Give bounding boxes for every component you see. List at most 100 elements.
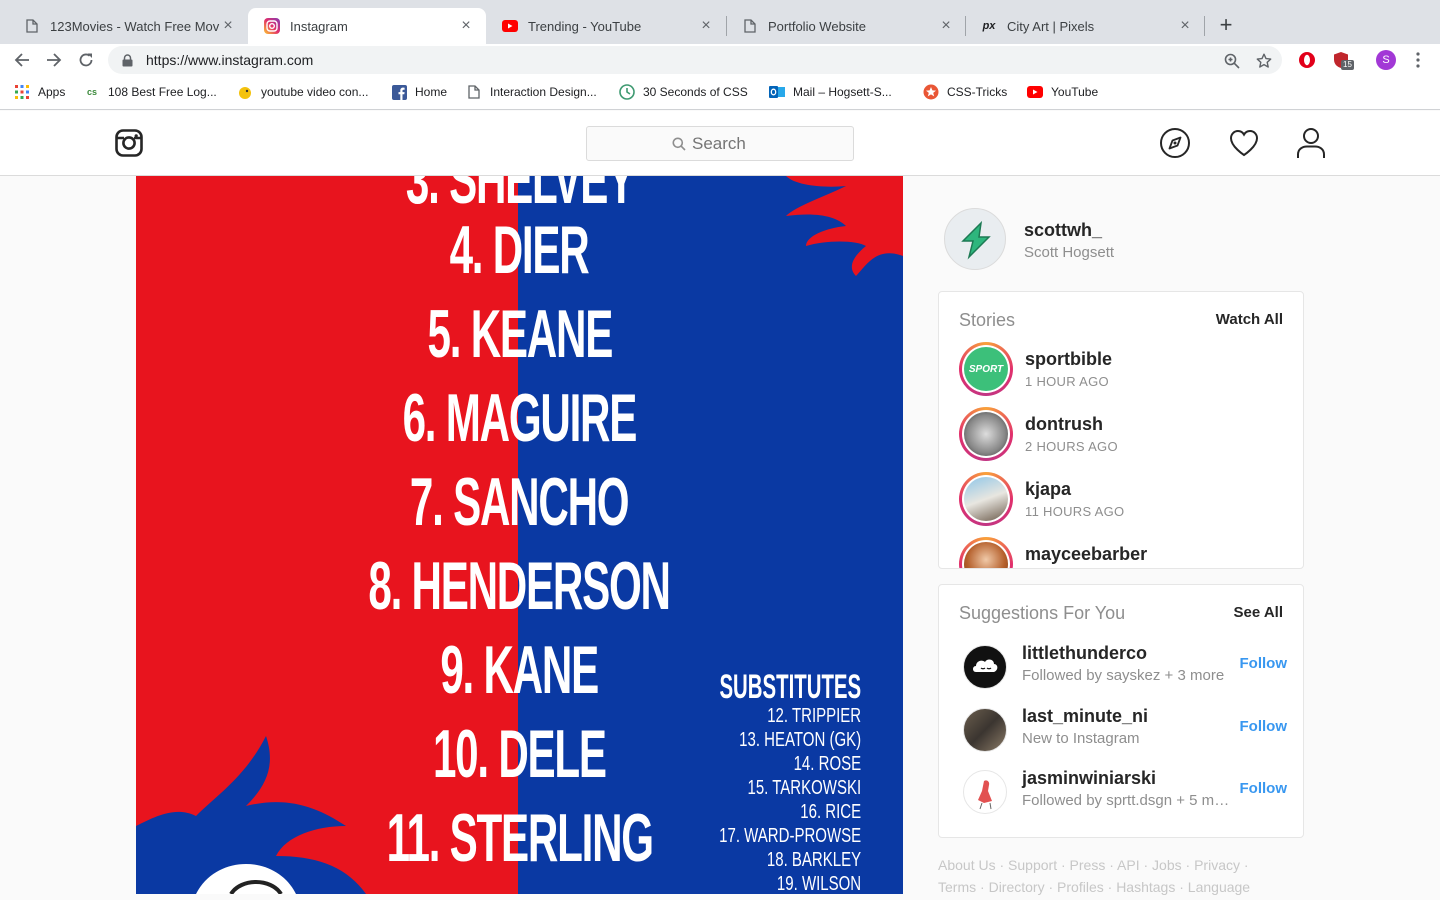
see-all-button[interactable]: See All xyxy=(1234,604,1283,621)
suggestion-item: last_minute_ni New to Instagram Follow xyxy=(963,706,1287,754)
lock-icon xyxy=(122,53,134,67)
star-icon[interactable] xyxy=(1256,53,1272,69)
apps-grid-icon xyxy=(14,84,30,100)
forward-button[interactable] xyxy=(42,48,66,72)
bookmark-logos[interactable]: cs 108 Best Free Log... xyxy=(84,84,217,100)
compass-icon[interactable] xyxy=(1159,127,1191,159)
lineup-player: 8. HENDERSON xyxy=(368,548,672,624)
tab-portfolio[interactable]: Portfolio Website × xyxy=(726,8,966,44)
bookmark-youtube-video[interactable]: youtube video con... xyxy=(237,84,368,100)
back-button[interactable] xyxy=(10,48,34,72)
zoom-icon[interactable] xyxy=(1224,53,1240,69)
bookmark-home[interactable]: Home xyxy=(391,84,447,100)
footer-link[interactable]: Privacy xyxy=(1194,857,1240,873)
arrow-right-icon xyxy=(47,53,62,67)
close-icon[interactable]: × xyxy=(1177,17,1193,35)
follow-button[interactable]: Follow xyxy=(1240,718,1288,735)
bookmark-mail[interactable]: Mail – Hogsett-S... xyxy=(769,84,892,100)
pixels-icon: px xyxy=(982,20,996,32)
avatar[interactable] xyxy=(963,645,1007,689)
footer-link[interactable]: About Us xyxy=(938,857,996,873)
close-icon[interactable]: × xyxy=(938,17,954,35)
story-item[interactable]: kjapa 11 HOURS AGO xyxy=(959,472,1289,528)
substitute-item: 13. HEATON (GK) xyxy=(739,729,861,751)
story-ring xyxy=(959,472,1013,526)
bookmark-label: 30 Seconds of CSS xyxy=(643,85,748,99)
footer-link[interactable]: Support xyxy=(1008,857,1057,873)
username[interactable]: scottwh_ xyxy=(1024,220,1102,241)
profile-initial: S xyxy=(1382,54,1390,66)
bookmark-label: Mail – Hogsett-S... xyxy=(793,85,892,99)
lineup-player: 7. SANCHO xyxy=(410,464,630,540)
tab-pixels[interactable]: px City Art | Pixels × xyxy=(965,8,1205,44)
tab-title: City Art | Pixels xyxy=(1007,18,1095,34)
story-username: kjapa xyxy=(1025,479,1072,499)
footer-link[interactable]: Hashtags xyxy=(1116,879,1175,895)
footer-link[interactable]: Profiles xyxy=(1057,879,1104,895)
footer-link[interactable]: Directory xyxy=(989,879,1045,895)
story-time: 1 HOUR AGO xyxy=(1025,374,1109,389)
opera-extension-icon[interactable] xyxy=(1297,50,1317,70)
shield-extension-icon[interactable]: 15 xyxy=(1331,50,1354,70)
profile-icon[interactable] xyxy=(1295,127,1327,159)
reload-button[interactable] xyxy=(74,48,98,72)
arrow-left-icon xyxy=(14,53,29,67)
page-icon xyxy=(24,18,40,34)
footer-links: Terms · Directory · Profiles · Hashtags … xyxy=(938,879,1251,895)
footer-link[interactable]: Jobs xyxy=(1152,857,1182,873)
story-item[interactable]: mayceebarber xyxy=(959,537,1289,568)
footer-link[interactable]: Language xyxy=(1188,879,1250,895)
avatar[interactable] xyxy=(963,770,1007,814)
close-icon[interactable]: × xyxy=(220,17,236,35)
bookmark-30-seconds-css[interactable]: 30 Seconds of CSS xyxy=(619,84,748,100)
address-bar[interactable]: https://www.instagram.com xyxy=(108,46,1282,74)
tab-title: Instagram xyxy=(290,18,348,34)
heart-icon[interactable] xyxy=(1228,127,1260,159)
url-text: https://www.instagram.com xyxy=(146,52,314,68)
story-item[interactable]: SPORT sportbible 1 HOUR AGO xyxy=(959,342,1289,398)
suggestion-item: littlethunderco Followed by sayskez + 3 … xyxy=(963,643,1287,691)
substitute-item: 19. WILSON xyxy=(776,873,861,894)
story-ring xyxy=(959,537,1013,568)
suggestion-username[interactable]: jasminwiniarski xyxy=(1022,768,1156,789)
bookmark-label: 108 Best Free Log... xyxy=(108,85,217,99)
watch-all-button[interactable]: Watch All xyxy=(1216,311,1283,328)
story-item[interactable]: dontrush 2 HOURS AGO xyxy=(959,407,1289,463)
follow-button[interactable]: Follow xyxy=(1240,655,1288,672)
close-icon[interactable]: × xyxy=(458,17,474,35)
post-image[interactable]: 3. SHELVEY 4. DIER 5. KEANE 6. MAGUIRE 7… xyxy=(136,176,903,894)
instagram-logo-icon[interactable] xyxy=(115,129,143,157)
suggestion-username[interactable]: last_minute_ni xyxy=(1022,706,1148,727)
footer-link[interactable]: Press xyxy=(1070,857,1106,873)
bookmark-interaction-design[interactable]: Interaction Design... xyxy=(466,84,597,100)
bird-icon xyxy=(237,84,253,100)
follow-button[interactable]: Follow xyxy=(1240,780,1288,797)
footer-link[interactable]: Terms xyxy=(938,879,976,895)
story-username: dontrush xyxy=(1025,414,1103,434)
menu-icon[interactable] xyxy=(1408,50,1428,70)
bookmark-apps[interactable]: Apps xyxy=(14,84,65,100)
bookmark-css-tricks[interactable]: CSS-Tricks xyxy=(923,84,1007,100)
bookmark-youtube[interactable]: YouTube xyxy=(1027,84,1098,100)
star-icon xyxy=(923,84,939,100)
css-icon xyxy=(619,84,635,100)
search-input[interactable] xyxy=(692,133,768,154)
new-tab-button[interactable]: + xyxy=(1214,12,1238,38)
footer-link[interactable]: API xyxy=(1117,857,1140,873)
suggestion-description: Followed by sayskez + 3 more xyxy=(1022,667,1225,684)
avatar[interactable] xyxy=(944,208,1006,270)
tab-instagram[interactable]: Instagram × xyxy=(248,8,486,44)
tab-youtube[interactable]: Trending - YouTube × xyxy=(486,8,726,44)
search-box[interactable] xyxy=(586,126,854,161)
tab-123movies[interactable]: 123Movies - Watch Free Movie × xyxy=(8,8,248,44)
profile-avatar[interactable]: S xyxy=(1376,50,1396,70)
story-username: sportbible xyxy=(1025,349,1113,369)
tab-title: 123Movies - Watch Free Movie xyxy=(50,18,220,34)
suggestion-username[interactable]: littlethunderco xyxy=(1022,643,1147,664)
close-icon[interactable]: × xyxy=(698,17,714,35)
cs-icon: cs xyxy=(86,87,97,97)
substitutes-title: SUBSTITUTES xyxy=(719,668,861,706)
browser-toolbar: https://www.instagram.com 15 S xyxy=(0,44,1440,76)
bookmarks-bar: Apps cs 108 Best Free Log... youtube vid… xyxy=(0,76,1440,110)
avatar[interactable] xyxy=(963,708,1007,752)
